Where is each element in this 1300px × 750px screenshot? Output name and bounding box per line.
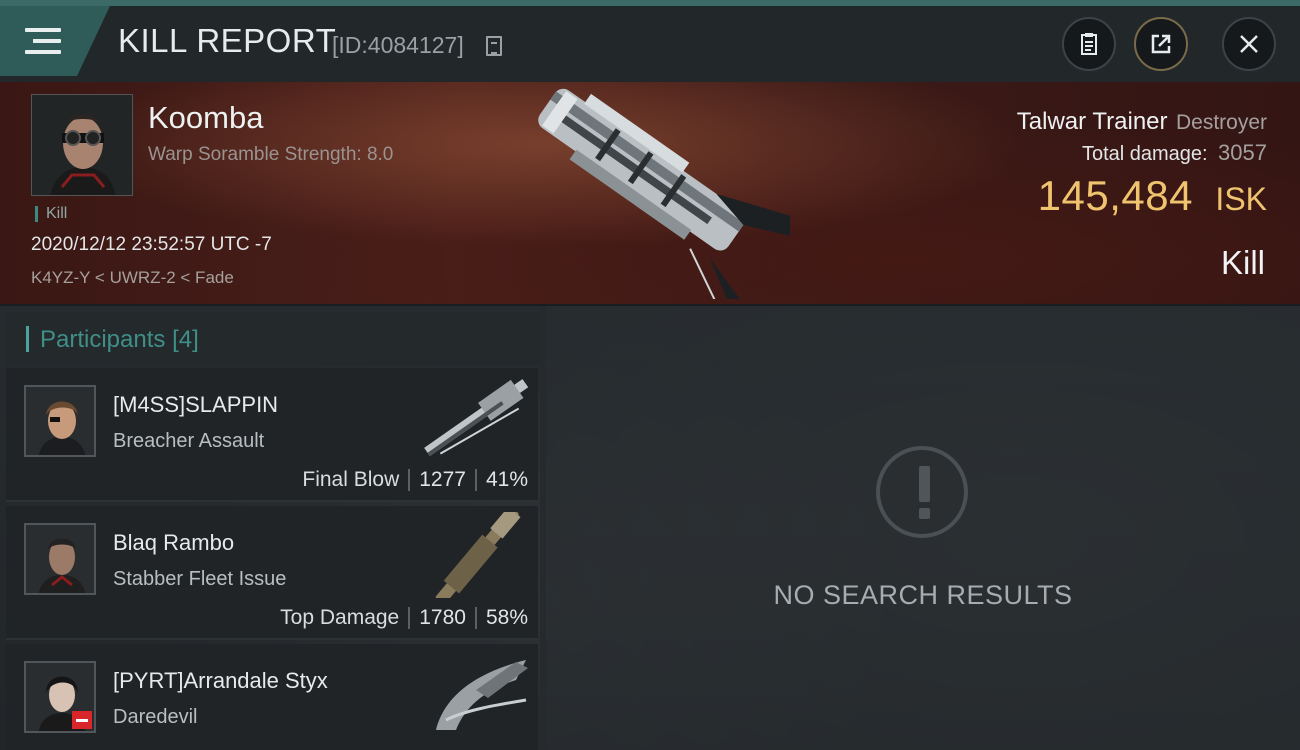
participant-percent: 41% <box>485 468 528 491</box>
alert-icon <box>876 446 968 538</box>
participant-percent: 58% <box>485 606 528 629</box>
kill-tag: Kill <box>35 206 67 222</box>
participant-stats: Final Blow 1277 41% <box>302 468 528 492</box>
participant-ship: Stabber Fleet Issue <box>113 568 287 590</box>
clipboard-icon <box>1081 33 1097 55</box>
kill-status: Kill <box>1220 244 1265 281</box>
stats-separator <box>408 469 411 491</box>
participants-header: Participants [4] <box>6 312 540 366</box>
isk-unit: ISK <box>1215 181 1267 217</box>
participant-ship-image <box>424 379 529 457</box>
minus-badge-icon <box>72 711 92 729</box>
total-damage-line: Total damage: 3057 <box>1082 140 1267 166</box>
participants-title: Participants <box>40 326 166 353</box>
participant-row[interactable]: [M4SS]SLAPPIN Breacher Assault Final Blo… <box>6 368 538 502</box>
participant-ship-image <box>435 512 521 598</box>
stats-separator <box>474 469 477 491</box>
clipboard-button[interactable] <box>1062 17 1116 71</box>
isk-value: 145,484 <box>1037 172 1193 219</box>
isk-line: 145,484 ISK <box>1038 172 1267 220</box>
share-button[interactable] <box>1134 17 1188 71</box>
participants-count: [4] <box>172 326 199 353</box>
participant-portrait <box>24 661 96 733</box>
no-results-message: NO SEARCH RESULTS <box>773 580 1073 610</box>
close-button[interactable] <box>1222 17 1276 71</box>
victim-summary: Koomba Warp Soramble Strength: 8.0 Kill … <box>0 82 1300 306</box>
participant-row[interactable]: Blaq Rambo Stabber Fleet Issue Top Damag… <box>6 506 538 640</box>
participant-portrait <box>24 385 96 457</box>
victim-portrait[interactable] <box>31 94 133 196</box>
participant-ship: Breacher Assault <box>113 430 265 452</box>
ship-name: Talwar Trainer <box>1016 108 1168 135</box>
total-damage-value: 3057 <box>1218 140 1267 165</box>
participant-role: Final Blow <box>302 468 400 491</box>
participant-portrait <box>24 523 96 595</box>
close-icon <box>1240 35 1258 53</box>
participants-label: Participants [4] <box>40 326 199 354</box>
kill-location: K4YZ-Y < UWRZ-2 < Fade <box>31 268 234 287</box>
participant-damage: 1780 <box>419 606 466 629</box>
participant-role: Top Damage <box>280 606 400 629</box>
page-title: KILL REPORT <box>118 22 337 59</box>
stats-separator <box>408 607 411 629</box>
kill-datetime: 2020/12/12 23:52:57 UTC -7 <box>31 234 272 255</box>
participants-accent-bar <box>26 326 29 352</box>
participant-name: Blaq Rambo <box>113 530 235 555</box>
warp-scramble-strength: Warp Soramble Strength: 8.0 <box>148 144 394 165</box>
report-id: [ID:4084127] <box>332 32 464 58</box>
results-pane: NO SEARCH RESULTS <box>546 306 1300 750</box>
ship-class: Destroyer <box>1175 111 1267 134</box>
victim-ship-line: Talwar Trainer Destroyer <box>1017 108 1267 136</box>
participant-ship: Daredevil <box>113 706 198 728</box>
participant-ship-image <box>436 660 528 730</box>
stats-separator <box>474 607 477 629</box>
hamburger-menu-icon[interactable] <box>25 26 63 56</box>
participant-name: [PYRT]Arrandale Styx <box>113 668 328 693</box>
copy-id-icon[interactable] <box>486 36 502 56</box>
total-damage-label: Total damage: <box>1081 143 1208 165</box>
participant-row[interactable]: [PYRT]Arrandale Styx Daredevil <box>6 644 538 750</box>
share-icon <box>1151 34 1171 54</box>
participant-damage: 1277 <box>419 468 466 491</box>
participant-stats: Top Damage 1780 58% <box>280 606 528 630</box>
participant-name: [M4SS]SLAPPIN <box>113 392 279 417</box>
victim-ship-image <box>538 88 790 299</box>
victim-name: Koomba <box>148 100 264 135</box>
